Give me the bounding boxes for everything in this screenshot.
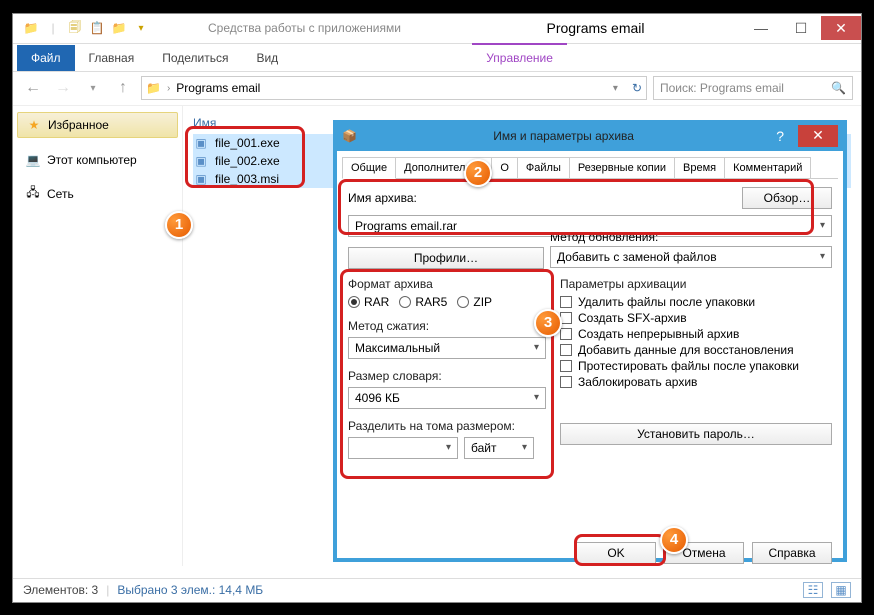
radio-icon xyxy=(399,296,411,308)
dialog-title: Имя и параметры архива xyxy=(365,129,762,143)
context-tab-label: Средства работы с приложениями xyxy=(159,21,450,35)
search-placeholder: Поиск: Programs email xyxy=(660,81,784,95)
split-label: Разделить на тома размером: xyxy=(348,419,546,433)
update-method-label: Метод обновления: xyxy=(550,230,832,244)
checkbox-icon xyxy=(560,296,572,308)
params-label: Параметры архивации xyxy=(560,277,832,291)
dialog-tab[interactable]: Резервные копии xyxy=(569,157,675,178)
nav-up-icon[interactable]: ↑ xyxy=(111,76,135,100)
nav-forward-icon: → xyxy=(51,76,75,100)
computer-icon: 💻 xyxy=(25,152,41,168)
option-checkbox[interactable]: Протестировать файлы после упаковки xyxy=(560,359,832,373)
folder-icon: 📁 xyxy=(146,81,161,95)
split-size-select[interactable]: ▾ xyxy=(348,437,458,459)
chevron-right-icon: › xyxy=(167,83,170,94)
props-icon[interactable]: 📁 xyxy=(111,20,127,36)
update-method-select[interactable]: Добавить с заменой файлов▾ xyxy=(550,246,832,268)
refresh-icon[interactable]: ↻ xyxy=(632,81,642,95)
paste-icon[interactable]: 📋 xyxy=(89,20,105,36)
tab-context[interactable]: Управление xyxy=(472,43,567,71)
format-radio[interactable]: ZIP xyxy=(457,295,492,309)
breadcrumb-folder[interactable]: Programs email xyxy=(176,81,260,95)
badge-3: 3 xyxy=(534,309,562,337)
file-icon: ▣ xyxy=(193,135,209,151)
option-checkbox[interactable]: Удалить файлы после упаковки xyxy=(560,295,832,309)
method-label: Метод сжатия: xyxy=(348,319,546,333)
status-elements: Элементов: 3 xyxy=(23,583,98,597)
search-input[interactable]: Поиск: Programs email 🔍 xyxy=(653,76,853,100)
tab-share[interactable]: Поделиться xyxy=(148,45,242,71)
profiles-button[interactable]: Профили… xyxy=(348,247,544,269)
option-checkbox[interactable]: Создать непрерывный архив xyxy=(560,327,832,341)
divider-icon: | xyxy=(45,20,61,36)
file-name: file_002.exe xyxy=(215,154,280,168)
split-unit-select[interactable]: байт▾ xyxy=(464,437,534,459)
nav-back-icon[interactable]: ← xyxy=(21,76,45,100)
tab-file[interactable]: Файл xyxy=(17,45,75,71)
dialog-tab[interactable]: Время xyxy=(674,157,725,178)
winrar-icon: 📦 xyxy=(342,129,357,143)
close-button[interactable]: ✕ xyxy=(821,16,861,40)
network-icon: 🖧 xyxy=(25,186,41,202)
sidebar-label: Избранное xyxy=(48,118,109,132)
option-checkbox[interactable]: Создать SFX-архив xyxy=(560,311,832,325)
badge-2: 2 xyxy=(464,159,492,187)
star-icon: ★ xyxy=(26,117,42,133)
radio-icon xyxy=(348,296,360,308)
dialog-tab[interactable]: Файлы xyxy=(517,157,570,178)
sidebar-item-network[interactable]: 🖧 Сеть xyxy=(17,182,178,206)
ok-button[interactable]: OK xyxy=(576,542,656,564)
dialog-tab[interactable]: Общие xyxy=(342,157,396,179)
window-title: Programs email xyxy=(450,20,741,36)
browse-button[interactable]: Обзор… xyxy=(742,187,832,209)
file-icon: ▣ xyxy=(193,171,209,187)
password-button[interactable]: Установить пароль… xyxy=(560,423,832,445)
format-label: Формат архива xyxy=(348,277,546,291)
search-icon: 🔍 xyxy=(831,81,846,95)
nav-recent-icon[interactable]: ▾ xyxy=(81,76,105,100)
checkbox-icon xyxy=(560,360,572,372)
minimize-button[interactable]: — xyxy=(741,16,781,40)
format-radio[interactable]: RAR5 xyxy=(399,295,447,309)
archive-dialog: 📦 Имя и параметры архива ? ✕ ОбщиеДополн… xyxy=(333,120,847,562)
radio-icon xyxy=(457,296,469,308)
tab-home[interactable]: Главная xyxy=(75,45,149,71)
help-button[interactable]: Справка xyxy=(752,542,832,564)
option-checkbox[interactable]: Добавить данные для восстановления xyxy=(560,343,832,357)
method-select[interactable]: Максимальный▾ xyxy=(348,337,546,359)
view-details-icon[interactable]: ☷ xyxy=(803,582,823,598)
sidebar-label: Этот компьютер xyxy=(47,153,137,167)
option-checkbox[interactable]: Заблокировать архив xyxy=(560,375,832,389)
file-icon: ▣ xyxy=(193,153,209,169)
expand-ql-icon[interactable]: ▾ xyxy=(133,20,149,36)
address-bar[interactable]: 📁 › Programs email ▾ ↻ xyxy=(141,76,647,100)
checkbox-icon xyxy=(560,376,572,388)
badge-4: 4 xyxy=(660,526,688,554)
sidebar-item-favorites[interactable]: ★ Избранное xyxy=(17,112,178,138)
view-large-icon[interactable]: ▦ xyxy=(831,582,851,598)
sidebar-item-pc[interactable]: 💻 Этот компьютер xyxy=(17,148,178,172)
copy-icon[interactable]: 🗐 xyxy=(67,20,83,36)
badge-1: 1 xyxy=(165,211,193,239)
dialog-close-button[interactable]: ✕ xyxy=(798,125,838,147)
format-radio[interactable]: RAR xyxy=(348,295,389,309)
folder-icon: 📁 xyxy=(23,20,39,36)
dict-select[interactable]: 4096 КБ▾ xyxy=(348,387,546,409)
file-name: file_001.exe xyxy=(215,136,280,150)
help-icon[interactable]: ? xyxy=(770,128,790,144)
dialog-tab[interactable]: Комментарий xyxy=(724,157,811,178)
checkbox-icon xyxy=(560,344,572,356)
dialog-tab[interactable]: О xyxy=(491,157,518,178)
sidebar-label: Сеть xyxy=(47,187,74,201)
tab-view[interactable]: Вид xyxy=(242,45,292,71)
maximize-button[interactable]: ☐ xyxy=(781,16,821,40)
checkbox-icon xyxy=(560,328,572,340)
archive-name-label: Имя архива: xyxy=(348,191,736,205)
status-selected: Выбрано 3 элем.: 14,4 МБ xyxy=(117,583,263,597)
dict-label: Размер словаря: xyxy=(348,369,546,383)
file-name: file_003.msi xyxy=(215,172,279,186)
dropdown-icon[interactable]: ▾ xyxy=(613,83,618,94)
